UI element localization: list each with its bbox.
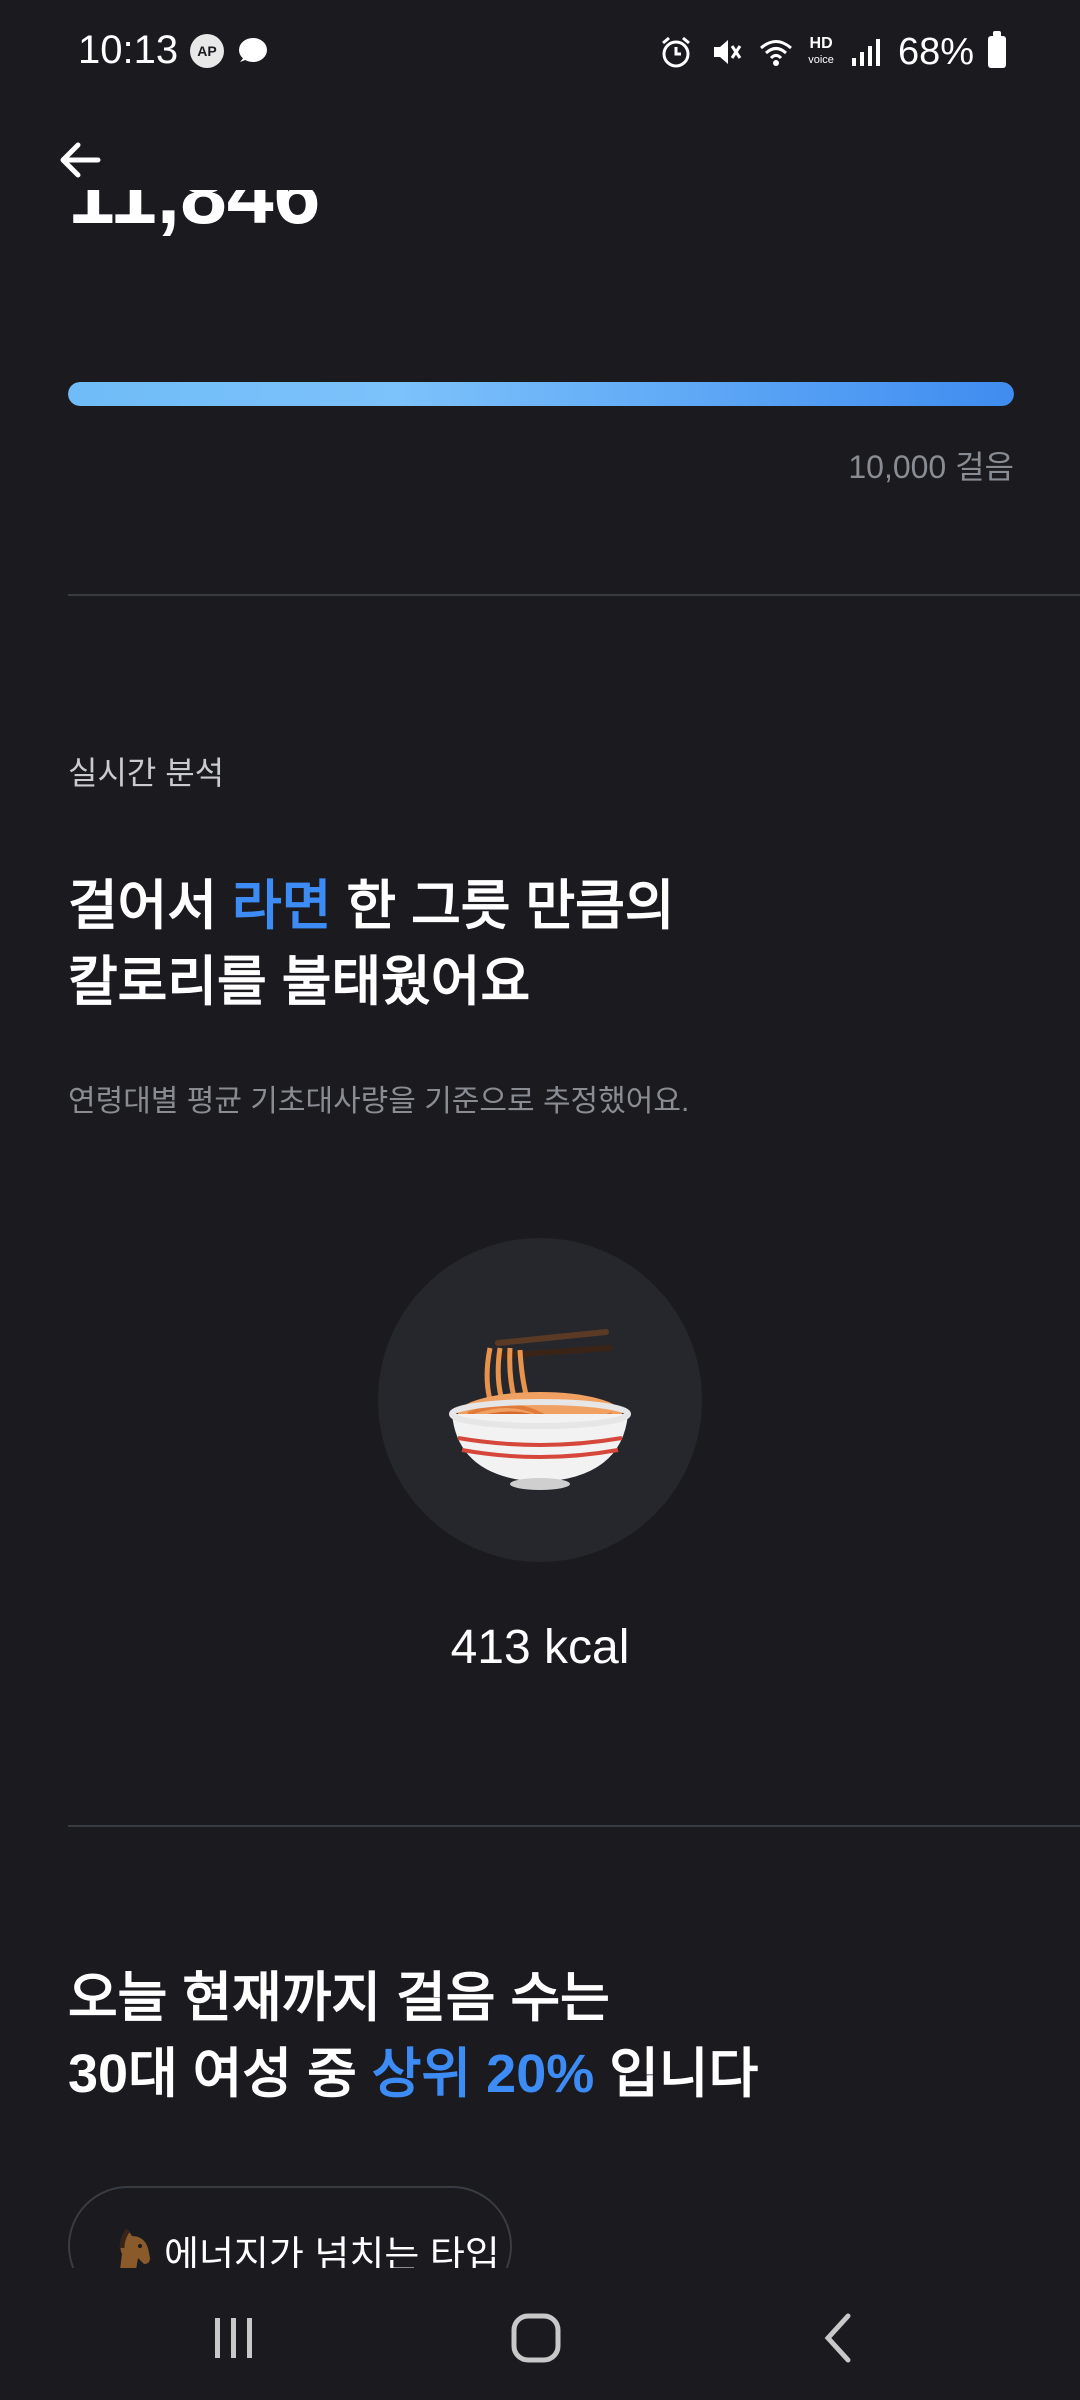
- signal-icon: [851, 39, 880, 66]
- headline-text: 걸어서: [68, 876, 233, 936]
- divider: [68, 1825, 1080, 1827]
- hd-voice-icon: HD voice: [808, 35, 834, 67]
- headline-text: 입니다: [594, 2044, 759, 2104]
- horse-icon: [119, 2228, 150, 2270]
- wifi-icon: [760, 40, 793, 66]
- divider: [68, 594, 1080, 596]
- food-illustration: [378, 1238, 702, 1562]
- headline-text: 칼로리를 불태웠어요: [68, 952, 531, 1012]
- battery-percent: 68%: [897, 30, 974, 73]
- steps-goal-label: 10,000 걸음: [848, 449, 1014, 485]
- back-nav-button[interactable]: [800, 2308, 880, 2368]
- recent-apps-icon: [215, 2318, 252, 2358]
- estimate-note: 연령대별 평균 기초대사량을 기준으로 추정했어요.: [68, 1085, 690, 1118]
- steps-progress-fill: [68, 382, 1014, 406]
- headline-text: 30대 여성 중: [68, 2044, 372, 2104]
- arrow-left-icon: [60, 142, 101, 178]
- calorie-headline: 걸어서 라면 한 그릇 만큼의 칼로리를 불태웠어요: [68, 868, 675, 1020]
- mute-icon: [714, 40, 742, 64]
- ramen-bowl-icon: [449, 1329, 631, 1490]
- rank-highlight: 상위 20%: [371, 2044, 595, 2104]
- section-label: 실시간 분석: [68, 755, 225, 791]
- ranking-headline: 오늘 현재까지 걸음 수는 30대 여성 중 상위 20% 입니다: [68, 1960, 758, 2112]
- food-name-highlight: 라면: [232, 876, 332, 936]
- app-notification-icon: AP: [190, 34, 224, 68]
- headline-text: 한 그릇 만큼의: [331, 876, 675, 936]
- back-button[interactable]: [44, 124, 116, 196]
- alarm-icon: [662, 36, 691, 68]
- step-count: 11,846: [68, 190, 321, 241]
- chat-bubble-icon: [239, 38, 267, 62]
- home-icon: [511, 2313, 561, 2363]
- home-button[interactable]: [496, 2308, 576, 2368]
- calorie-value: 413 kcal: [450, 1621, 630, 1674]
- status-bar: 10:13 AP HD voice 68%: [0, 0, 1080, 104]
- status-time: 10:13: [78, 28, 179, 72]
- steps-progress-bar: [68, 382, 1014, 406]
- headline-text: 오늘 현재까지 걸음 수는: [68, 1968, 610, 2028]
- chevron-left-icon: [824, 2313, 851, 2363]
- battery-icon: [988, 31, 1006, 68]
- system-nav-bar: [0, 2268, 1080, 2400]
- recent-apps-button[interactable]: [193, 2308, 273, 2368]
